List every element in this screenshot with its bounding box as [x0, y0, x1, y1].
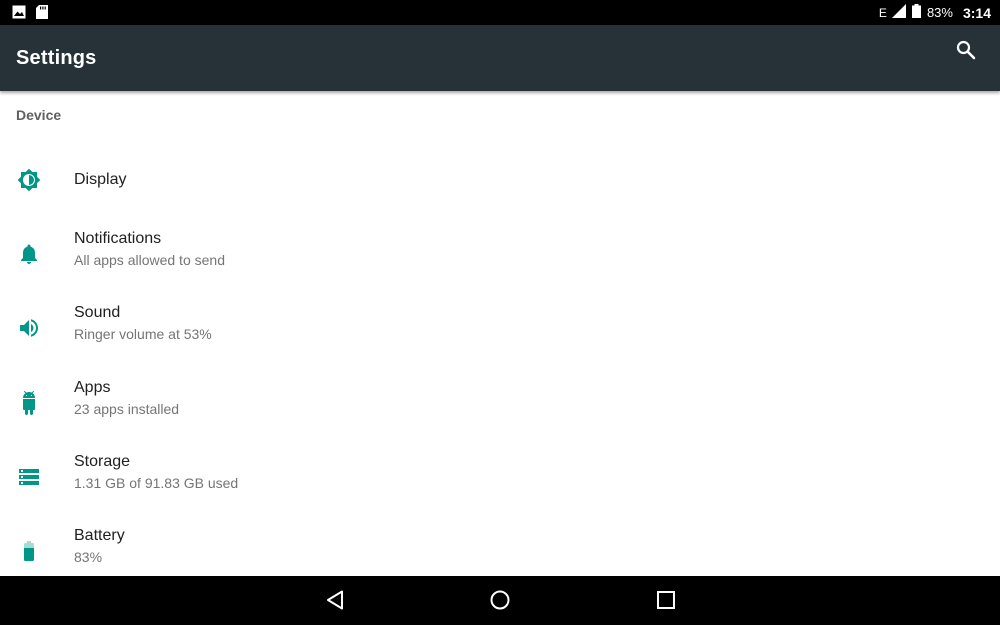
bell-icon [17, 242, 41, 266]
settings-item-sound[interactable]: Sound Ringer volume at 53% [0, 291, 1000, 365]
settings-item-title: Display [74, 171, 127, 188]
settings-item-title: Apps [74, 379, 111, 396]
search-icon[interactable] [954, 38, 978, 62]
status-bar: E 83% 3:14 [0, 0, 1000, 25]
settings-item-summary: 23 apps installed [74, 401, 180, 417]
image-icon [12, 5, 26, 24]
brightness-icon [17, 168, 41, 192]
clock: 3:14 [962, 4, 991, 21]
signal-icon [891, 4, 906, 21]
network-type: E [878, 5, 887, 20]
settings-item-display[interactable]: Display [0, 143, 1000, 217]
settings-item-title: Notifications [74, 230, 162, 247]
settings-item-summary: 83% [74, 549, 103, 565]
section-header-device: Device [16, 107, 62, 123]
sd-card-icon [36, 5, 48, 24]
settings-item-summary: Ringer volume at 53% [74, 326, 212, 342]
settings-item-storage[interactable]: Storage 1.31 GB of 91.83 GB used [0, 440, 1000, 514]
recents-icon[interactable] [654, 588, 678, 612]
settings-item-notifications[interactable]: Notifications All apps allowed to send [0, 217, 1000, 291]
volume-icon [17, 316, 41, 340]
navigation-bar [0, 576, 1000, 625]
settings-item-summary: All apps allowed to send [74, 252, 225, 268]
back-icon[interactable] [323, 588, 347, 612]
status-bar-left [12, 5, 48, 24]
settings-item-title: Battery [74, 527, 125, 544]
settings-item-summary: 1.31 GB of 91.83 GB used [74, 475, 239, 491]
home-icon[interactable] [488, 588, 512, 612]
android-icon [17, 391, 41, 415]
app-bar: Settings [0, 25, 1000, 91]
storage-icon [17, 465, 41, 489]
battery-status-icon [911, 4, 921, 21]
status-bar-right: E 83% 3:14 [879, 0, 991, 25]
settings-item-title: Storage [74, 453, 131, 470]
settings-list: Device Display Notifications All apps al… [0, 94, 1000, 576]
battery-percent: 83% [926, 5, 953, 20]
settings-item-title: Sound [74, 304, 121, 321]
settings-item-apps[interactable]: Apps 23 apps installed [0, 366, 1000, 440]
battery-icon [17, 539, 41, 563]
settings-item-battery[interactable]: Battery 83% [0, 514, 1000, 576]
page-title: Settings [16, 47, 97, 69]
